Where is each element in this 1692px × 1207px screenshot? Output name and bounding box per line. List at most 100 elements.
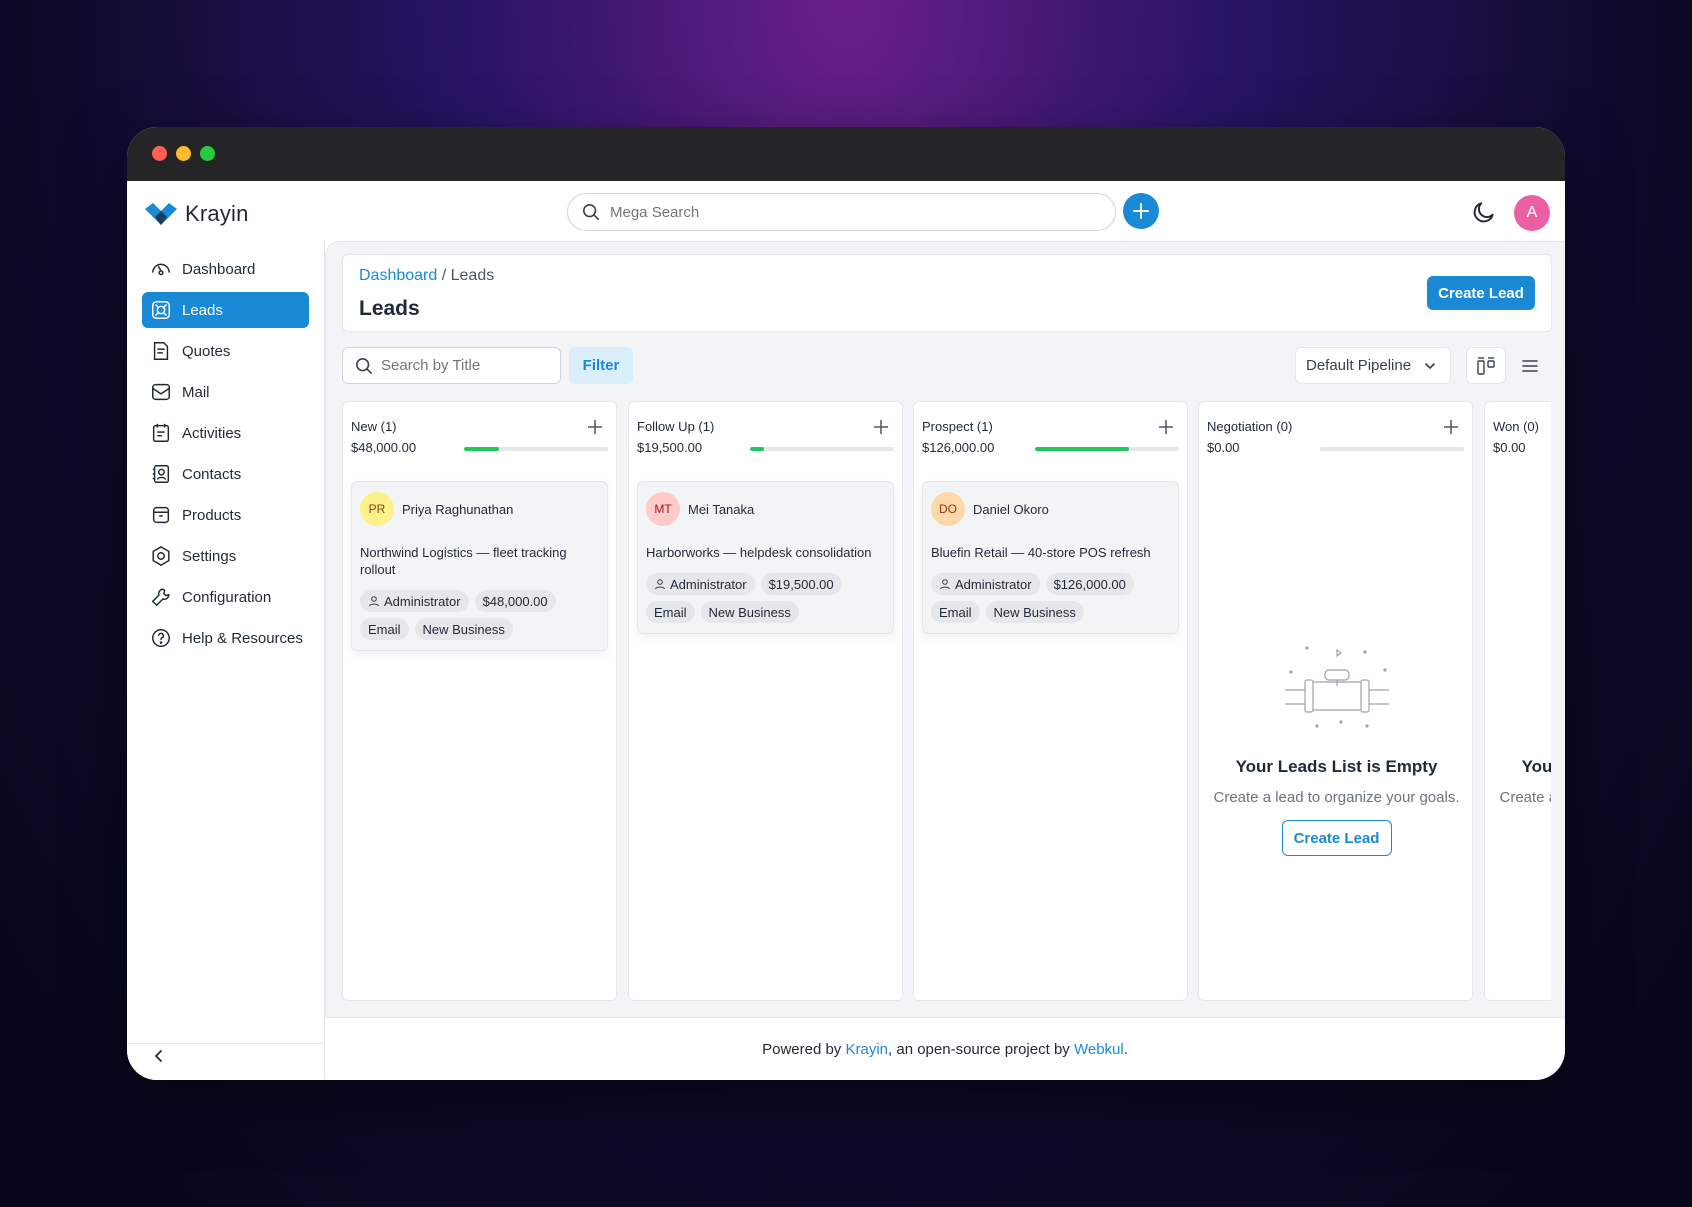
stage-title: Follow Up (1)	[637, 419, 715, 434]
sidebar-item-products[interactable]: Products	[142, 497, 309, 533]
dark-mode-toggle-icon[interactable]	[1471, 199, 1497, 225]
lead-person-name: Mei Tanaka	[688, 501, 755, 517]
add-lead-plus-icon[interactable]	[872, 418, 890, 436]
stage-amount: $19,500.00	[637, 440, 703, 455]
sidebar-item-activities[interactable]: Activities	[142, 415, 309, 451]
sidebar-item-mail[interactable]: Mail	[142, 374, 309, 410]
title-search-input[interactable]	[381, 357, 551, 374]
sidebar-item-label: Contacts	[182, 465, 242, 483]
configuration-icon	[151, 588, 170, 607]
stage-progress-bar	[1035, 447, 1179, 451]
sidebar: Dashboard Leads Quotes Mail Activities C…	[127, 241, 325, 1080]
breadcrumb-dashboard-link[interactable]: Dashboard	[359, 267, 437, 284]
sidebar-item-label: Quotes	[182, 342, 231, 360]
mega-search-input[interactable]	[610, 203, 1090, 221]
dashboard-icon	[152, 263, 170, 276]
lead-title: Harborworks — helpdesk consolidation	[646, 545, 872, 560]
breadcrumb-separator: /	[437, 267, 451, 284]
footer: Powered by Krayin, an open-source projec…	[325, 1017, 1565, 1080]
list-icon	[1522, 359, 1538, 372]
sidebar-item-label: Mail	[182, 383, 210, 401]
lead-avatar: DO	[931, 492, 965, 526]
add-lead-plus-icon[interactable]	[1442, 418, 1460, 436]
stage-progress-fill	[750, 447, 765, 451]
lead-title: Northwind Logistics — fleet tracking rol…	[360, 545, 567, 577]
lead-person-name: Daniel Okoro	[973, 501, 1049, 517]
lead-avatar: PR	[360, 492, 394, 526]
user-avatar[interactable]: A	[1514, 195, 1550, 231]
stage-amount: $48,000.00	[351, 440, 417, 455]
stage-column-new: New (1) $48,000.00 PR Priya Raghunathan …	[342, 401, 617, 1001]
lead-source-tag: Email	[931, 601, 980, 623]
add-lead-plus-icon[interactable]	[1157, 418, 1175, 436]
empty-create-lead-button[interactable]: Create Lead	[1281, 820, 1392, 856]
empty-state: Your Leads List is Empty Create a lead t…	[1485, 642, 1552, 856]
logo-text: Krayin	[185, 201, 249, 226]
empty-state-subtitle: Create a lead to organize your goals.	[1213, 789, 1460, 806]
stage-title: New (1)	[351, 419, 397, 434]
page-header: Dashboard / Leads Leads Create Lead	[342, 254, 1552, 332]
lead-value-tag: $48,000.00	[474, 590, 556, 612]
quick-create-button[interactable]	[1123, 193, 1159, 229]
mail-icon	[152, 383, 170, 401]
stage-column-prospect: Prospect (1) $126,000.00 DO Daniel Okoro…	[913, 401, 1188, 1001]
lead-type-tag: New Business	[414, 618, 513, 640]
stage-amount: $0.00	[1207, 440, 1240, 455]
lead-card[interactable]: MT Mei Tanaka Harborworks — helpdesk con…	[637, 481, 894, 634]
empty-state-subtitle: Create a lead to organize your goals.	[1499, 789, 1552, 806]
main-content: Dashboard / Leads Leads Create Lead Filt…	[325, 241, 1565, 1017]
lead-card[interactable]: PR Priya Raghunathan Northwind Logistics…	[351, 481, 608, 651]
footer-webkul-link[interactable]: Webkul	[1074, 1041, 1124, 1058]
sidebar-item-configuration[interactable]: Configuration	[142, 579, 309, 615]
footer-suffix: .	[1123, 1040, 1128, 1058]
sidebar-item-label: Leads	[182, 301, 223, 319]
list-view-button[interactable]	[1512, 347, 1548, 384]
products-icon	[152, 506, 170, 524]
create-lead-button[interactable]: Create Lead	[1427, 276, 1535, 310]
stage-amount: $0.00	[1493, 440, 1526, 455]
maximize-window-button[interactable]	[200, 146, 215, 161]
lead-owner: Administrator	[384, 593, 461, 609]
sidebar-item-dashboard[interactable]: Dashboard	[142, 251, 309, 287]
stage-progress-bar	[464, 447, 608, 451]
stage-progress-bar	[750, 447, 894, 451]
sidebar-item-quotes[interactable]: Quotes	[142, 333, 309, 369]
stage-column-won: Won (0) $0.00 Your Leads List is Empty C…	[1484, 401, 1551, 1001]
lead-owner-tag: Administrator	[646, 573, 755, 595]
minimize-window-button[interactable]	[176, 146, 191, 161]
kanban-icon	[1477, 356, 1495, 375]
sidebar-item-help[interactable]: Help & Resources	[142, 620, 309, 656]
sidebar-item-settings[interactable]: Settings	[142, 538, 309, 574]
footer-krayin-link[interactable]: Krayin	[845, 1041, 888, 1058]
sidebar-item-leads[interactable]: Leads	[142, 292, 309, 328]
add-lead-plus-icon[interactable]	[586, 418, 604, 436]
sidebar-item-contacts[interactable]: Contacts	[142, 456, 309, 492]
breadcrumb: Dashboard / Leads	[359, 267, 494, 285]
chevron-left-icon	[155, 1050, 162, 1062]
user-icon	[655, 579, 665, 590]
kanban-view-button[interactable]	[1466, 347, 1506, 384]
pipeline-select[interactable]: Default Pipeline	[1295, 347, 1451, 384]
plus-icon	[1133, 203, 1149, 219]
mega-search[interactable]	[567, 193, 1116, 231]
filter-button[interactable]: Filter	[569, 347, 633, 384]
search-icon	[355, 357, 373, 374]
title-search[interactable]	[342, 347, 561, 384]
chevron-down-icon	[1425, 362, 1435, 369]
sidebar-item-label: Products	[182, 506, 242, 524]
empty-state-title: Your Leads List is Empty	[1235, 757, 1438, 776]
logo[interactable]: Krayin	[145, 201, 249, 227]
krayin-logo-icon	[145, 203, 177, 225]
lead-type-tag: New Business	[700, 601, 799, 623]
search-icon	[582, 203, 600, 221]
page-title: Leads	[359, 297, 420, 320]
collapse-sidebar-button[interactable]	[147, 1044, 171, 1068]
lead-owner-tag: Administrator	[931, 573, 1040, 595]
stage-title: Negotiation (0)	[1207, 419, 1293, 434]
close-window-button[interactable]	[152, 146, 167, 161]
lead-value-tag: $126,000.00	[1045, 573, 1134, 595]
lead-card[interactable]: DO Daniel Okoro Bluefin Retail — 40-stor…	[922, 481, 1179, 634]
empty-state: Your Leads List is Empty Create a lead t…	[1199, 642, 1474, 856]
activities-icon	[152, 423, 170, 442]
user-icon	[940, 579, 950, 590]
